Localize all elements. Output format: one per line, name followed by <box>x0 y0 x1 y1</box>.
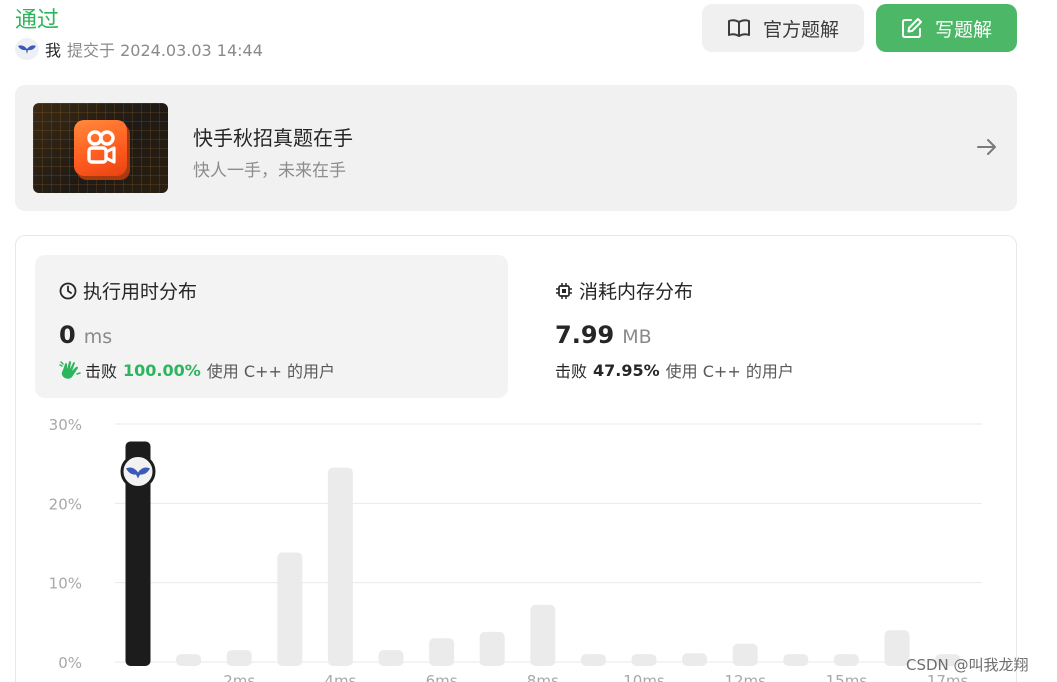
book-icon <box>727 19 750 37</box>
banner-subtitle: 快人一手，未来在手 <box>193 161 346 181</box>
submission-meta: 我 提交于 2024.03.03 14:44 <box>15 38 263 60</box>
bar[interactable] <box>429 638 455 666</box>
bar[interactable] <box>580 654 606 666</box>
x-tick-label: 2ms <box>223 672 255 682</box>
y-tick-label: 10% <box>49 575 82 593</box>
avatar[interactable] <box>15 38 39 60</box>
runtime-unit: ms <box>83 326 113 348</box>
bar[interactable] <box>176 654 202 666</box>
x-tick-label: 15ms <box>826 672 868 682</box>
y-tick-label: 30% <box>49 416 82 434</box>
runtime-value: 0 ms <box>59 321 112 349</box>
user-marker <box>120 453 156 489</box>
bird-avatar-icon <box>18 45 36 54</box>
bar[interactable] <box>327 467 353 666</box>
bar[interactable] <box>833 654 859 666</box>
memory-value: 7.99 MB <box>555 321 652 349</box>
runtime-number: 0 <box>59 321 76 349</box>
bar[interactable] <box>226 650 252 666</box>
memory-beat-percent: 47.95% <box>593 360 660 380</box>
memory-number: 7.99 <box>555 321 615 349</box>
runtime-beat: 击败 100.00% 使用 C++ 的用户 <box>59 358 335 382</box>
edit-icon <box>901 18 922 38</box>
x-tick-label: 6ms <box>426 672 458 682</box>
y-tick-label: 0% <box>58 654 82 672</box>
submitter-name[interactable]: 我 <box>45 37 61 61</box>
bar[interactable] <box>631 654 657 666</box>
y-tick-label: 20% <box>49 495 82 513</box>
x-tick-label: 12ms <box>724 672 766 682</box>
chip-icon <box>556 282 572 299</box>
runtime-beat-percent: 100.00% <box>123 360 201 380</box>
runtime-distribution-chart[interactable]: 0%10%20%30% 2ms 4ms 6ms 8ms 10ms 12ms 15ms 17ms <box>0 400 1057 682</box>
bar[interactable] <box>732 643 758 666</box>
banner-title: 快手秋招真题在手 <box>193 126 353 150</box>
memory-unit: MB <box>622 326 652 348</box>
kuaishou-logo-icon <box>74 120 127 176</box>
official-solution-button[interactable]: 官方题解 <box>702 4 864 52</box>
clock-icon <box>59 282 77 299</box>
runtime-heading: 执行用时分布 <box>59 277 197 304</box>
watermark: CSDN @叫我龙翔 <box>906 656 1029 674</box>
clap-icon <box>59 361 81 379</box>
x-tick-label: 4ms <box>324 672 356 682</box>
banner-image <box>33 103 168 193</box>
bar[interactable] <box>682 653 708 666</box>
submission-status: 通过 <box>15 8 60 33</box>
bar[interactable] <box>479 631 505 666</box>
x-tick-label: 8ms <box>527 672 559 682</box>
official-solution-label: 官方题解 <box>762 18 839 41</box>
memory-heading: 消耗内存分布 <box>555 277 693 304</box>
memory-beat: 击败 47.95% 使用 C++ 的用户 <box>555 360 794 382</box>
bar[interactable] <box>277 552 303 666</box>
bar[interactable] <box>378 650 404 666</box>
write-solution-label: 写题解 <box>934 18 992 41</box>
promo-banner[interactable]: 快手秋招真题在手 快人一手，未来在手 <box>15 85 1017 211</box>
runtime-panel[interactable]: 执行用时分布 0 ms 击败 100.00% 使用 C++ 的用户 <box>35 255 508 398</box>
bar[interactable] <box>783 654 809 666</box>
x-tick-label: 10ms <box>623 672 665 682</box>
arrow-right-icon[interactable] <box>975 135 999 159</box>
bar[interactable] <box>530 604 556 666</box>
memory-panel[interactable]: 消耗内存分布 7.99 MB 击败 47.95% 使用 C++ 的用户 <box>531 255 1001 398</box>
write-solution-button[interactable]: 写题解 <box>876 4 1017 52</box>
submitted-time: 提交于 2024.03.03 14:44 <box>67 41 263 60</box>
